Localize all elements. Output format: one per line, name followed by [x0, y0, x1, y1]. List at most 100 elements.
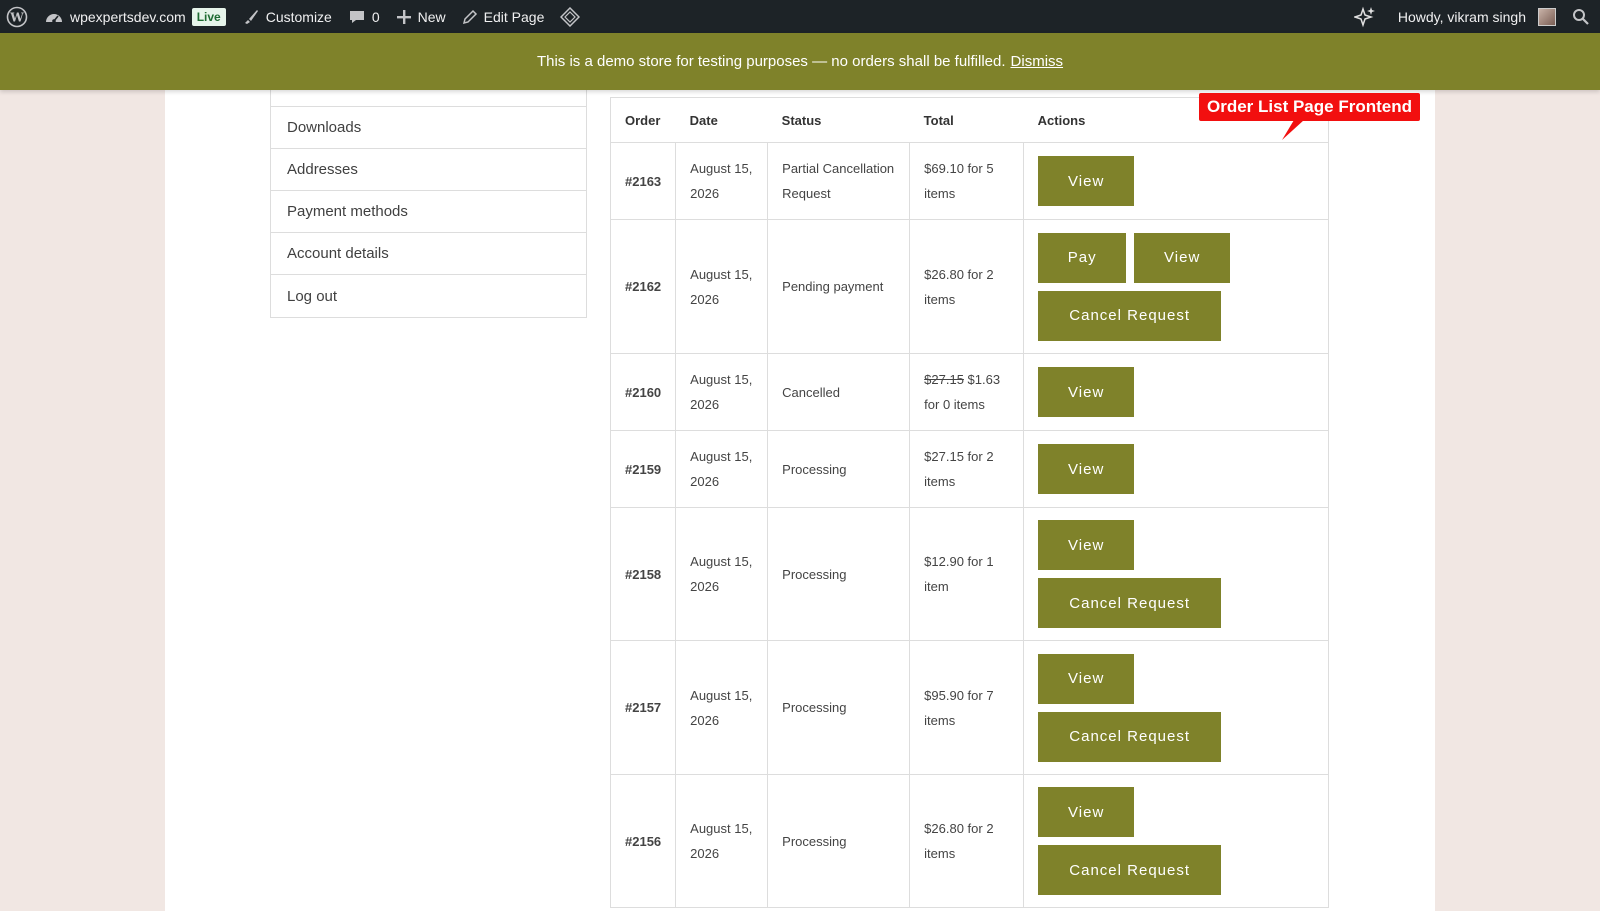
nav-item-payment-methods[interactable]: Payment methods: [271, 191, 586, 233]
nav-item-addresses[interactable]: Addresses: [271, 149, 586, 191]
view-button[interactable]: View: [1134, 232, 1231, 283]
cancel-request-button[interactable]: Cancel Request: [1038, 578, 1222, 628]
total-value: $26.80 for 2 items: [924, 266, 994, 307]
actions-group: View Cancel Request: [1038, 646, 1238, 770]
order-total: $27.15 for 2 items: [909, 430, 1025, 508]
nav-item-downloads[interactable]: Downloads: [271, 107, 586, 149]
dismiss-link[interactable]: Dismiss: [1011, 53, 1064, 70]
actions-group: View Cancel Request: [1038, 779, 1238, 903]
sparkle-icon: [1353, 6, 1375, 27]
new-content-link[interactable]: New: [388, 0, 454, 33]
order-actions: View: [1023, 430, 1329, 508]
view-button[interactable]: View: [1038, 367, 1135, 417]
order-row: #2159 August 15, 2026 Processing $27.15 for…: [609, 430, 1329, 508]
view-button[interactable]: View: [1038, 653, 1135, 704]
comments-link[interactable]: 0: [340, 0, 388, 33]
order-date: August 15, 2026: [675, 430, 769, 508]
actions-group: View: [1038, 359, 1238, 425]
cancel-request-button[interactable]: Cancel Request: [1038, 290, 1222, 341]
admin-bar: W wpexpertsdev.com Live Customize 0 New …: [0, 0, 1600, 33]
new-label: New: [417, 8, 446, 25]
view-button[interactable]: View: [1038, 520, 1135, 570]
original-total: $27.15: [924, 372, 964, 387]
order-actions: View Cancel Request: [1023, 507, 1329, 641]
order-actions: View: [1023, 353, 1329, 431]
main-content: Downloads Addresses Payment methods Acco…: [165, 90, 1435, 911]
header-total: Total: [909, 97, 1024, 143]
site-name-link[interactable]: wpexpertsdev.com Live: [36, 0, 234, 33]
wordpress-menu[interactable]: W: [0, 0, 36, 33]
order-actions: View Cancel Request: [1023, 774, 1329, 908]
order-actions: View: [1023, 142, 1329, 220]
nav-item-partial: [271, 90, 586, 107]
order-number[interactable]: #2158: [609, 507, 677, 641]
annotation-callout: Order List Page Frontend: [1199, 93, 1420, 121]
avatar: [1538, 7, 1556, 26]
actions-group: View Cancel Request: [1038, 512, 1238, 636]
total-value: $12.90 for 1 item: [924, 554, 994, 594]
actions-group: View: [1038, 436, 1238, 502]
account-menu[interactable]: Howdy, vikram singh: [1390, 0, 1564, 33]
notice-text: This is a demo store for testing purpose…: [536, 53, 1006, 70]
search-icon: [1573, 8, 1589, 25]
pay-button[interactable]: Pay: [1038, 232, 1127, 283]
edit-page-label: Edit Page: [483, 8, 545, 25]
order-total: $95.90 for 7 items: [909, 640, 1025, 775]
nav-item-account-details[interactable]: Account details: [271, 233, 586, 275]
view-button[interactable]: View: [1038, 156, 1135, 206]
order-row: #2156 August 15, 2026 Processing $26.80 for…: [609, 774, 1329, 908]
order-total: $12.90 for 1 item: [909, 507, 1025, 641]
order-total: $27.15 $1.63 for 0 items: [909, 353, 1025, 431]
order-number[interactable]: #2157: [609, 640, 677, 775]
orders-table: Order Date Status Total Actions #2163 Aug…: [609, 97, 1329, 908]
order-row: #2163 August 15, 2026 Partial Cancellation…: [609, 142, 1329, 220]
order-row: #2158 August 15, 2026 Processing $12.90 for…: [609, 507, 1329, 641]
customize-link[interactable]: Customize: [234, 0, 340, 33]
customize-label: Customize: [265, 8, 332, 25]
admin-search[interactable]: [1564, 0, 1600, 33]
store-notice: This is a demo store for testing purpose…: [0, 33, 1600, 90]
order-number[interactable]: #2160: [609, 353, 677, 431]
order-number[interactable]: #2156: [609, 774, 677, 908]
svg-text:W: W: [9, 10, 24, 24]
live-badge: Live: [191, 7, 226, 26]
order-total: $26.80 for 2 items: [909, 219, 1025, 354]
order-date: August 15, 2026: [675, 219, 769, 354]
nav-item-logout[interactable]: Log out: [271, 275, 586, 317]
order-status: Pending payment: [767, 219, 911, 354]
order-number[interactable]: #2162: [609, 219, 677, 354]
edit-page-link[interactable]: Edit Page: [454, 0, 553, 33]
callout-pointer: [1282, 120, 1304, 140]
plugin-menu[interactable]: [552, 0, 588, 33]
order-row: #2160 August 15, 2026 Cancelled $27.15 $1.6…: [609, 353, 1329, 431]
plus-icon: [396, 9, 411, 24]
ai-assistant-button[interactable]: [1346, 0, 1390, 33]
order-row: #2162 August 15, 2026 Pending payment $26.8…: [609, 219, 1329, 354]
comments-count: 0: [371, 8, 380, 25]
header-status: Status: [767, 97, 910, 143]
order-date: August 15, 2026: [675, 640, 769, 775]
order-date: August 15, 2026: [675, 142, 769, 220]
order-date: August 15, 2026: [675, 353, 769, 431]
comment-icon: [349, 10, 364, 23]
cancel-request-button[interactable]: Cancel Request: [1038, 845, 1222, 895]
howdy-label: Howdy, vikram singh: [1397, 8, 1526, 25]
order-date: August 15, 2026: [675, 774, 769, 908]
cancel-request-button[interactable]: Cancel Request: [1038, 711, 1222, 762]
order-number[interactable]: #2159: [609, 430, 677, 508]
order-number[interactable]: #2163: [609, 142, 677, 220]
order-status: Cancelled: [767, 353, 911, 431]
order-actions: Pay View Cancel Request: [1023, 219, 1329, 354]
pencil-icon: [462, 9, 477, 24]
view-button[interactable]: View: [1038, 444, 1135, 494]
orders-table-body: #2163 August 15, 2026 Partial Cancellation…: [609, 142, 1329, 908]
order-status: Processing: [767, 507, 911, 641]
order-date: August 15, 2026: [675, 507, 769, 641]
total-value: $27.15 for 2 items: [924, 449, 994, 489]
order-actions: View Cancel Request: [1023, 640, 1329, 775]
dashboard-icon: [46, 13, 62, 23]
account-navigation: Downloads Addresses Payment methods Acco…: [270, 90, 587, 318]
view-button[interactable]: View: [1038, 787, 1135, 837]
order-status: Processing: [767, 430, 911, 508]
diamond-icon: [560, 6, 581, 27]
